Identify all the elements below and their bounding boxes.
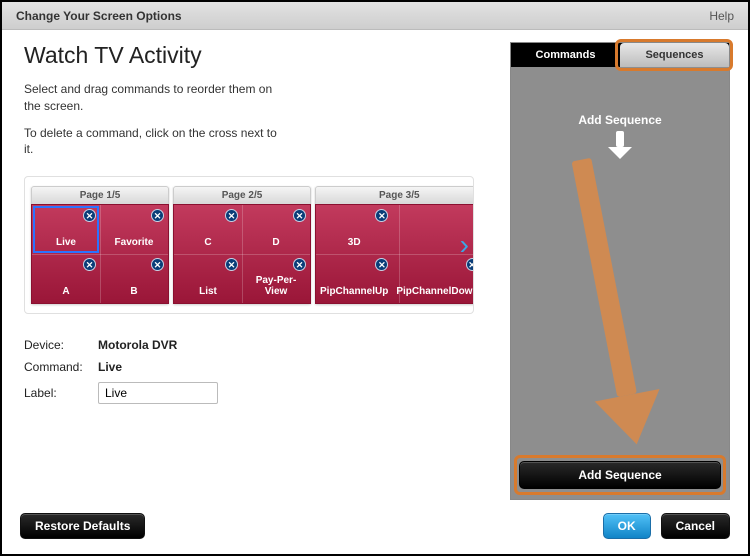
cmd-pipchannelup[interactable]: ✕PipChannelUp [316, 254, 392, 303]
close-icon[interactable]: ✕ [225, 209, 238, 222]
title-bar: Change Your Screen Options Help [2, 2, 748, 30]
page-heading: Watch TV Activity [24, 42, 498, 69]
cmd-c[interactable]: ✕C [174, 205, 242, 254]
cancel-button[interactable]: Cancel [661, 513, 730, 539]
page-1-grid: ✕Live ✕Favorite ✕A ✕B [31, 204, 169, 304]
close-icon[interactable]: ✕ [83, 258, 96, 271]
window-title: Change Your Screen Options [16, 9, 182, 23]
page-2-grid: ✕C ✕D ✕List ✕Pay-Per-View [173, 204, 311, 304]
cmd-pipchanneldown[interactable]: ✕PipChannelDown [392, 254, 474, 303]
page-3-grid: ✕3D ✕PipChannelUp ✕PipChannelDown [315, 204, 474, 304]
sequences-body: Add Sequence [511, 67, 729, 461]
device-value: Motorola DVR [98, 338, 177, 352]
command-label: Command: [24, 360, 98, 374]
add-sequence-hint: Add Sequence [511, 113, 729, 127]
tab-strip: Commands Sequences [511, 43, 729, 67]
device-label: Device: [24, 338, 98, 352]
page-2-label: Page 2/5 [173, 186, 311, 204]
cmd-list[interactable]: ✕List [174, 254, 242, 303]
tab-sequences[interactable]: Sequences [620, 43, 729, 67]
tab-commands[interactable]: Commands [511, 43, 620, 67]
command-value: Live [98, 360, 122, 374]
page-3-label: Page 3/5 [315, 186, 474, 204]
footer-bar: Restore Defaults OK Cancel [2, 498, 748, 554]
instruction-delete: To delete a command, click on the cross … [24, 125, 284, 159]
label-input[interactable] [98, 382, 218, 404]
cmd-payperview[interactable]: ✕Pay-Per-View [242, 254, 310, 303]
close-icon[interactable]: ✕ [151, 258, 164, 271]
cmd-3d[interactable]: ✕3D [316, 205, 392, 254]
close-icon[interactable]: ✕ [225, 258, 238, 271]
restore-defaults-button[interactable]: Restore Defaults [20, 513, 145, 539]
page-1: Page 1/5 ✕Live ✕Favorite ✕A ✕B [31, 186, 169, 304]
label-label: Label: [24, 386, 98, 400]
page-2: Page 2/5 ✕C ✕D ✕List ✕Pay-Per-View [173, 186, 311, 304]
close-icon[interactable]: ✕ [151, 209, 164, 222]
close-icon[interactable]: ✕ [375, 209, 388, 222]
cmd-b[interactable]: ✕B [100, 254, 168, 303]
next-page-icon[interactable]: › [460, 231, 469, 259]
pages-carousel[interactable]: Page 1/5 ✕Live ✕Favorite ✕A ✕B Page 2/5 … [24, 176, 474, 314]
instruction-drag: Select and drag commands to reorder them… [24, 81, 284, 115]
cmd-d[interactable]: ✕D [242, 205, 310, 254]
right-panel: Commands Sequences Add Sequence Add Sequ… [510, 42, 730, 500]
arrow-down-icon [608, 131, 632, 159]
cmd-live[interactable]: ✕Live [32, 205, 100, 254]
page-1-label: Page 1/5 [31, 186, 169, 204]
page-3: Page 3/5 ✕3D ✕PipChannelUp ✕PipChannelDo… [315, 186, 474, 304]
close-icon[interactable]: ✕ [293, 209, 306, 222]
close-icon[interactable]: ✕ [375, 258, 388, 271]
annotation-arrow-icon [539, 151, 679, 452]
ok-button[interactable]: OK [603, 513, 651, 539]
command-detail: Device: Motorola DVR Command: Live Label… [24, 338, 498, 404]
close-icon[interactable]: ✕ [83, 209, 96, 222]
close-icon[interactable]: ✕ [293, 258, 306, 271]
add-sequence-button[interactable]: Add Sequence [519, 461, 721, 489]
content-area: Watch TV Activity Select and drag comman… [2, 30, 748, 506]
help-link[interactable]: Help [709, 9, 734, 23]
cmd-a[interactable]: ✕A [32, 254, 100, 303]
left-pane: Watch TV Activity Select and drag comman… [24, 42, 510, 500]
cmd-favorite[interactable]: ✕Favorite [100, 205, 168, 254]
